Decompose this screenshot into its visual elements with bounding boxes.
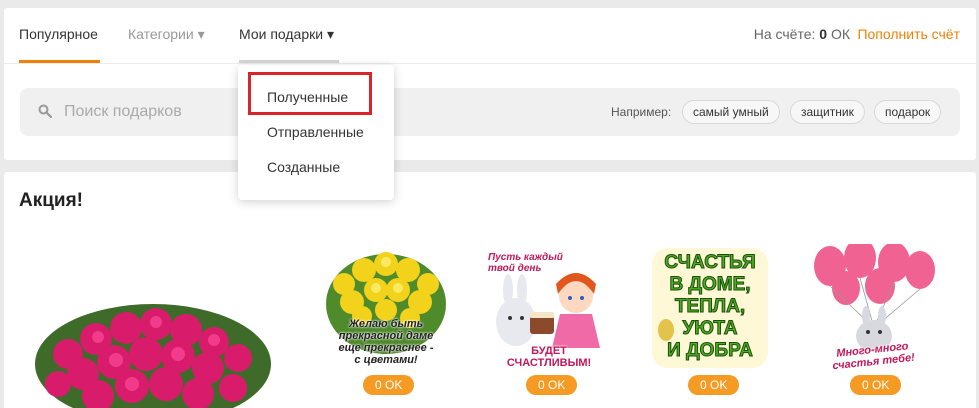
my-gifts-dropdown: Полученные Отправленные Созданные bbox=[238, 65, 394, 200]
gift-price-badge[interactable]: 0 OK bbox=[850, 375, 902, 395]
rose-bouquet-gift[interactable] bbox=[28, 284, 278, 408]
account-balance: На счёте: 0 ОК bbox=[753, 26, 850, 42]
active-tab-indicator bbox=[19, 60, 100, 63]
gift-yellow-roses[interactable]: Желаю быть прекрасной даме еще прекрасне… bbox=[322, 244, 450, 395]
tab-popular[interactable]: Популярное bbox=[19, 26, 98, 42]
gift-price-badge[interactable]: 0 OK bbox=[526, 375, 578, 395]
gift-caption: СЧАСТЬЯ В ДОМЕ, ТЕПЛА, УЮТА И ДОБРА bbox=[664, 252, 756, 362]
search-bar: Например: самый умный защитник подарок bbox=[20, 88, 960, 136]
tab-bar: Популярное Категории ▾ Мои подарки ▾ На … bbox=[4, 8, 976, 64]
tab-my-gifts[interactable]: Мои подарки ▾ bbox=[239, 26, 334, 43]
gift-happy-day[interactable]: Пусть каждый твой день БУДЕТ СЧАСТЛИВЫМ!… bbox=[484, 244, 614, 395]
promo-section: Акция! Желаю быть прекрасной даме еще пр… bbox=[4, 172, 976, 408]
hover-tab-indicator bbox=[239, 60, 339, 63]
menu-item-received[interactable]: Полученные bbox=[267, 89, 348, 105]
example-chip-gift[interactable]: подарок bbox=[874, 100, 942, 124]
tab-categories[interactable]: Категории ▾ bbox=[128, 26, 205, 43]
examples-label: Например: bbox=[611, 105, 672, 119]
gift-caption-bottom: БУДЕТ СЧАСТЛИВЫМ! bbox=[506, 345, 592, 369]
promo-title: Акция! bbox=[19, 190, 84, 211]
top-up-link[interactable]: Пополнить счёт bbox=[857, 26, 960, 42]
gift-price-badge[interactable]: 0 OK bbox=[363, 375, 415, 395]
gift-happiness-at-home[interactable]: СЧАСТЬЯ В ДОМЕ, ТЕПЛА, УЮТА И ДОБРА 0 OK bbox=[648, 244, 772, 395]
gift-much-happiness[interactable]: Много-много счастья тебе! 0 OK bbox=[808, 244, 938, 395]
gift-price-badge[interactable]: 0 OK bbox=[688, 375, 740, 395]
gifts-header-card: Популярное Категории ▾ Мои подарки ▾ На … bbox=[4, 8, 976, 160]
gift-caption-top: Пусть каждый твой день bbox=[488, 252, 563, 274]
menu-item-created[interactable]: Созданные bbox=[267, 159, 340, 175]
menu-item-sent[interactable]: Отправленные bbox=[267, 124, 364, 140]
balance-amount: 0 bbox=[819, 26, 828, 42]
example-chip-smartest[interactable]: самый умный bbox=[682, 100, 780, 124]
search-icon bbox=[38, 104, 52, 118]
gift-caption: Желаю быть прекрасной даме еще прекрасне… bbox=[338, 318, 434, 366]
example-chip-defender[interactable]: защитник bbox=[790, 100, 865, 124]
